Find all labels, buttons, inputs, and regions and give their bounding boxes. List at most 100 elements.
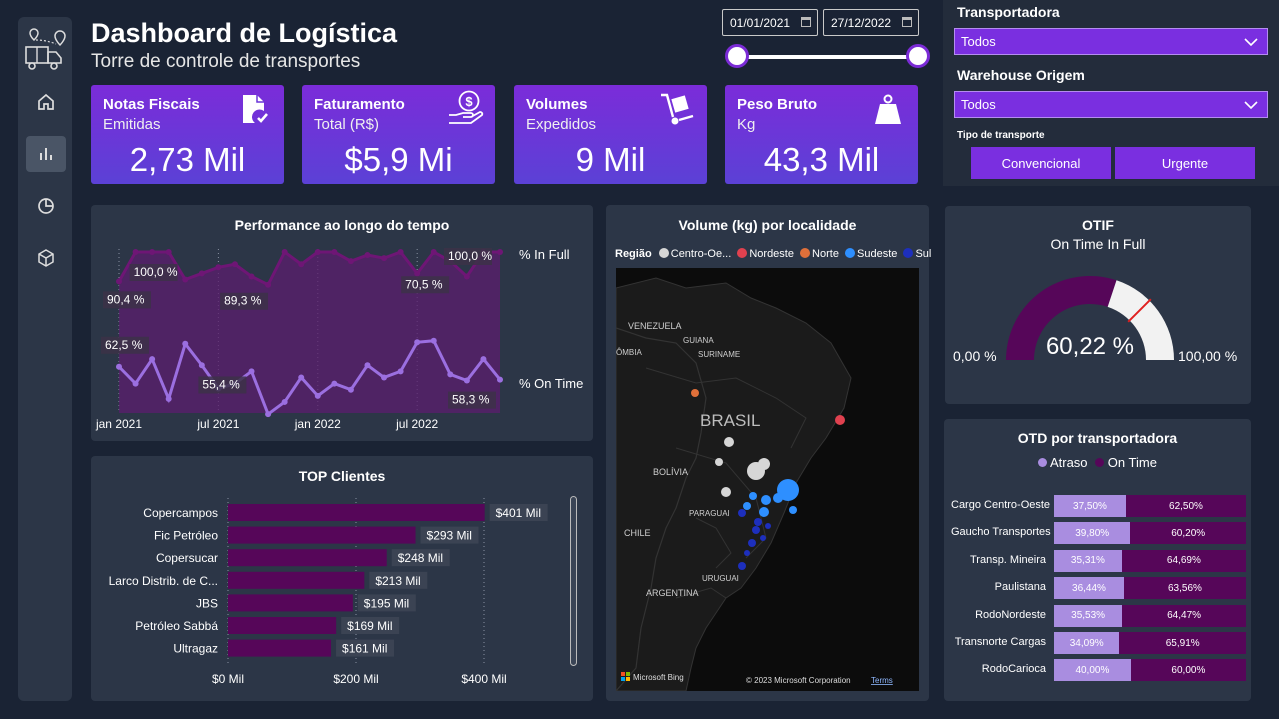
in-full-point[interactable]	[182, 276, 189, 283]
on-time-point[interactable]	[298, 374, 305, 381]
map-bubble[interactable]	[721, 487, 731, 497]
on-time-point[interactable]	[149, 356, 156, 363]
date-range-slider-track[interactable]	[737, 55, 919, 59]
on-time-point[interactable]	[182, 340, 189, 347]
on-time-point[interactable]	[281, 398, 288, 405]
otd-legend-on-time[interactable]: On Time	[1108, 455, 1157, 470]
map-bubble[interactable]	[738, 509, 746, 517]
otd-on-time-bar[interactable]: 65,91%	[1119, 632, 1246, 654]
on-time-point[interactable]	[430, 337, 437, 344]
map-bubble[interactable]	[715, 458, 723, 466]
map-bubble[interactable]	[754, 518, 762, 526]
map-bubble[interactable]	[765, 523, 771, 529]
in-full-point[interactable]	[215, 264, 222, 271]
transport-type-convencional-button[interactable]: Convencional	[971, 147, 1111, 179]
on-time-point[interactable]	[198, 362, 205, 369]
otd-row[interactable]: Transnorte Cargas 34,09% 65,91%	[951, 632, 1251, 654]
on-time-point[interactable]	[480, 356, 487, 363]
on-time-point[interactable]	[463, 377, 470, 384]
on-time-point[interactable]	[116, 363, 122, 370]
top-clients-chart[interactable]: $0 Mil $200 Mil $400 Mil Copercampos $401 Mi…	[91, 456, 571, 701]
map-bubble[interactable]	[749, 492, 757, 500]
map-bubble[interactable]	[744, 550, 750, 556]
map-bubble[interactable]	[760, 535, 766, 541]
on-time-point[interactable]	[364, 362, 371, 369]
otd-on-time-bar[interactable]: 64,47%	[1122, 604, 1246, 627]
in-full-point[interactable]	[364, 252, 371, 259]
in-full-point[interactable]	[397, 249, 404, 255]
otd-on-time-bar[interactable]: 60,20%	[1130, 522, 1246, 545]
brazil-map[interactable]: VENEZUELA GUIANA SURINAME ÔMBIA BRASIL B…	[616, 268, 919, 691]
otd-row[interactable]: Cargo Centro-Oeste 37,50% 62,50%	[951, 495, 1251, 517]
bar[interactable]	[228, 639, 332, 657]
map-bubble[interactable]	[773, 493, 783, 503]
calendar-icon[interactable]	[801, 17, 811, 27]
bar[interactable]	[228, 504, 485, 521]
otd-row[interactable]: Transp. Mineira 35,31% 64,69%	[951, 549, 1251, 572]
map-bubble[interactable]	[761, 495, 771, 505]
otd-on-time-bar[interactable]: 62,50%	[1126, 495, 1246, 517]
transport-type-urgente-button[interactable]: Urgente	[1115, 147, 1255, 179]
in-full-point[interactable]	[381, 255, 388, 262]
in-full-point[interactable]	[497, 249, 503, 255]
in-full-point[interactable]	[231, 261, 238, 268]
otd-late-bar[interactable]: 35,31%	[1054, 549, 1122, 572]
top-clients-scrollbar[interactable]	[570, 496, 577, 666]
legend-item-norte[interactable]: Norte	[812, 248, 839, 260]
otd-on-time-bar[interactable]: 64,69%	[1121, 549, 1246, 572]
otd-late-bar[interactable]: 37,50%	[1054, 495, 1126, 517]
on-time-point[interactable]	[497, 376, 503, 383]
on-time-point[interactable]	[381, 374, 388, 381]
date-slider-end-handle[interactable]	[906, 44, 930, 68]
on-time-point[interactable]	[447, 371, 454, 378]
in-full-point[interactable]	[281, 249, 288, 255]
in-full-point[interactable]	[149, 249, 156, 255]
on-time-point[interactable]	[347, 386, 354, 393]
map-terms-link[interactable]: Terms	[871, 676, 893, 685]
in-full-point[interactable]	[414, 270, 421, 277]
in-full-point[interactable]	[347, 258, 354, 265]
in-full-point[interactable]	[314, 249, 321, 255]
otd-legend-atraso[interactable]: Atraso	[1050, 455, 1088, 470]
bar[interactable]	[228, 617, 337, 634]
on-time-point[interactable]	[414, 339, 421, 346]
otd-on-time-bar[interactable]: 60,00%	[1130, 659, 1246, 682]
otd-late-bar[interactable]: 36,44%	[1054, 577, 1124, 600]
in-full-point[interactable]	[132, 249, 139, 255]
map-bubble[interactable]	[752, 526, 760, 534]
map-bubble[interactable]	[758, 458, 770, 470]
otd-late-bar[interactable]: 39,80%	[1054, 522, 1131, 545]
legend-item-sudeste[interactable]: Sudeste	[857, 248, 897, 260]
map-bubble[interactable]	[724, 437, 734, 447]
on-time-point[interactable]	[314, 392, 321, 399]
otd-row[interactable]: RodoNordeste 35,53% 64,47%	[951, 604, 1251, 627]
calendar-icon[interactable]	[902, 17, 912, 27]
date-slider-start-handle[interactable]	[725, 44, 749, 68]
bar[interactable]	[228, 571, 365, 589]
otd-on-time-bar[interactable]: 63,56%	[1123, 577, 1246, 600]
in-full-point[interactable]	[165, 249, 172, 255]
in-full-point[interactable]	[463, 273, 470, 280]
otif-gauge[interactable]: 60,22 % 0,00 % 100,00 %	[945, 206, 1251, 404]
otd-row[interactable]: Gaucho Transportes 39,80% 60,20%	[951, 522, 1251, 545]
in-full-point[interactable]	[331, 249, 338, 255]
in-full-point[interactable]	[298, 261, 305, 268]
on-time-point[interactable]	[165, 395, 172, 402]
in-full-point[interactable]	[248, 273, 255, 280]
on-time-point[interactable]	[248, 368, 255, 375]
in-full-point[interactable]	[265, 281, 272, 288]
otd-late-bar[interactable]: 40,00%	[1054, 659, 1131, 682]
on-time-point[interactable]	[397, 368, 404, 375]
bar[interactable]	[228, 526, 416, 544]
in-full-point[interactable]	[116, 278, 122, 285]
map-bubble[interactable]	[789, 506, 797, 514]
legend-item-centro-oeste[interactable]: Centro-Oe...	[671, 248, 732, 260]
map-bubble-norte[interactable]	[691, 389, 699, 397]
carrier-dropdown[interactable]: Todos	[954, 28, 1268, 55]
end-date-input[interactable]: 27/12/2022	[823, 9, 919, 36]
in-full-point[interactable]	[430, 249, 437, 255]
otd-row[interactable]: RodoCarioca 40,00% 60,00%	[951, 659, 1251, 682]
otd-late-bar[interactable]: 35,53%	[1054, 604, 1123, 627]
map-bubble[interactable]	[748, 539, 756, 547]
map-bubble[interactable]	[759, 507, 769, 517]
